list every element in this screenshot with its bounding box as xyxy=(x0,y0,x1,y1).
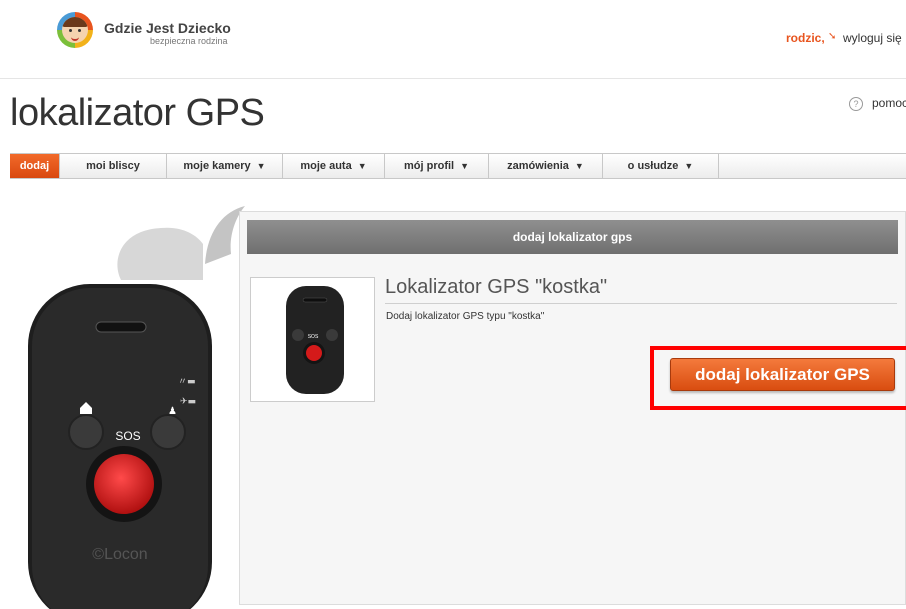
logout-link[interactable]: wyloguj się xyxy=(843,31,902,45)
logo-icon[interactable] xyxy=(57,12,93,48)
user-link[interactable]: rodzic, xyxy=(786,31,825,45)
help-icon[interactable]: ? xyxy=(849,97,863,111)
product-description: Dodaj lokalizator GPS typu "kostka" xyxy=(386,311,545,322)
logo-subtitle: bezpieczna rodzina xyxy=(150,36,228,46)
product-title: Lokalizator GPS "kostka" xyxy=(385,276,608,298)
chevron-down-icon: ▼ xyxy=(256,161,266,171)
main-nav: dodaj moi bliscy moje kamery ▼ moje auta ▼… xyxy=(10,153,906,179)
divider xyxy=(385,303,897,304)
sos-label: SOS xyxy=(115,429,140,443)
chevron-down-icon: ▼ xyxy=(684,161,694,171)
logout-arrow-icon: ➘ xyxy=(828,31,837,42)
chevron-down-icon: ▼ xyxy=(357,161,367,171)
add-gps-locator-button[interactable]: dodaj lokalizator GPS xyxy=(670,358,895,391)
panel-header: dodaj lokalizator gps xyxy=(247,220,898,254)
logo-title[interactable]: Gdzie Jest Dziecko xyxy=(104,20,231,36)
gps-device-image: ♟ 〃▬ ✈▬ SOS ©Locon xyxy=(28,284,212,609)
nav-tab-moi-bliscy[interactable]: moi bliscy xyxy=(60,154,167,178)
page-title: lokalizator GPS xyxy=(10,92,265,134)
child-face-icon xyxy=(62,17,88,43)
product-thumbnail[interactable]: SOS xyxy=(250,277,375,402)
chevron-down-icon: ▼ xyxy=(574,161,584,171)
device-brand: ©Locon xyxy=(92,546,147,563)
svg-text:〃▬: 〃▬ xyxy=(178,377,196,387)
help-link[interactable]: pomoc xyxy=(872,96,906,110)
gps-device-thumb-icon: SOS xyxy=(286,286,344,394)
nav-tab-o-usludze[interactable]: o usłudze ▼ xyxy=(603,154,719,178)
svg-text:✈▬: ✈▬ xyxy=(180,397,196,407)
nav-tab-zamowienia[interactable]: zamówienia ▼ xyxy=(489,154,603,178)
speech-bubble-icon xyxy=(117,206,245,280)
chevron-down-icon: ▼ xyxy=(460,161,470,171)
nav-tab-dodaj[interactable]: dodaj xyxy=(10,154,60,178)
site-header: Gdzie Jest Dziecko bezpieczna rodzina ro… xyxy=(0,0,906,79)
nav-tab-moje-auta[interactable]: moje auta ▼ xyxy=(283,154,385,178)
nav-tab-moj-profil[interactable]: mój profil ▼ xyxy=(385,154,489,178)
thumb-sos-label: SOS xyxy=(308,334,319,340)
nav-tab-moje-kamery[interactable]: moje kamery ▼ xyxy=(167,154,283,178)
